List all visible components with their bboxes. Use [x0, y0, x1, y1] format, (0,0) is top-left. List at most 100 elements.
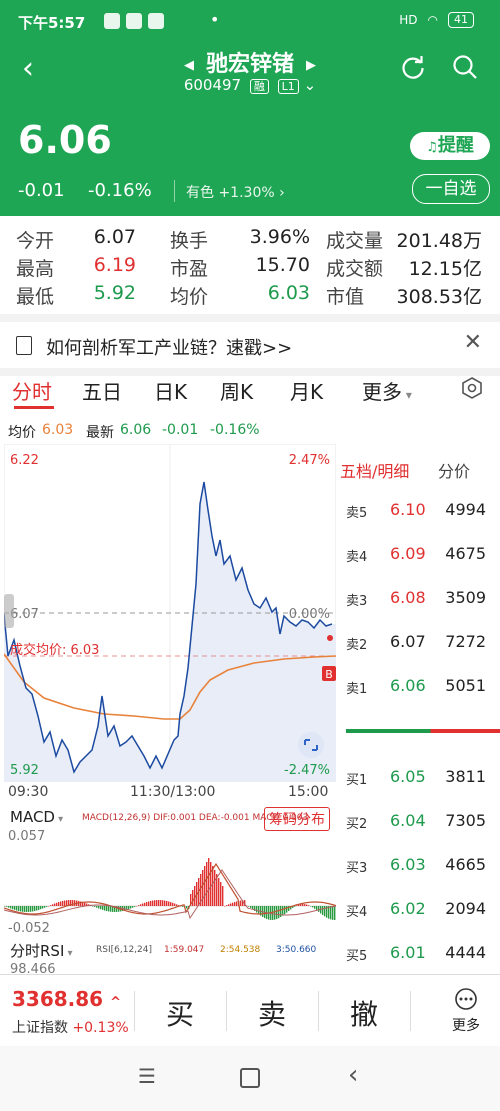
refresh-icon[interactable]	[400, 54, 426, 80]
stat-value: 5.92	[93, 282, 136, 304]
bid-row[interactable]: 买2 6.04 7305	[338, 805, 500, 835]
macd-bar	[138, 905, 140, 906]
macd-bar	[44, 906, 46, 908]
macd-bar	[110, 906, 112, 912]
orderbook-tab-depth[interactable]: 五档/明细	[340, 458, 409, 482]
macd-bar	[272, 906, 274, 920]
industry-link[interactable]: 有色 +1.30% ›	[186, 182, 285, 202]
level-label: 卖5	[346, 506, 368, 521]
macd-bar	[322, 906, 324, 915]
last-point-marker	[327, 635, 333, 641]
macd-bar	[60, 901, 62, 906]
macd-bar	[140, 904, 142, 906]
news-text[interactable]: 如何剖析军工产业链？速戳>>	[46, 334, 292, 360]
macd-bar	[284, 906, 286, 915]
macd-bar	[132, 906, 134, 908]
add-watchlist-button[interactable]: 一自选	[412, 174, 490, 204]
cancel-order-button[interactable]: 撤	[324, 993, 404, 1033]
price-min-label: 5.92	[10, 763, 39, 778]
tab-five-day[interactable]: 五日	[82, 376, 122, 405]
macd-bar	[10, 906, 12, 909]
time-axis: 09:30 11:30/13:00 15:00	[0, 782, 336, 802]
intraday-chart[interactable]: 6.22 5.92 2.47% -2.47% 6.07 0.00% 成交均价: …	[4, 444, 336, 782]
macd-bar	[164, 900, 166, 906]
macd-bar	[18, 906, 20, 912]
level-label: 卖1	[346, 682, 368, 697]
macd-bar	[30, 906, 32, 912]
macd-selector[interactable]: MACD ▾	[10, 808, 63, 826]
ask-row[interactable]: 卖4 6.09 4675	[338, 538, 500, 568]
macd-bar	[152, 900, 154, 906]
macd-bar	[4, 906, 6, 907]
bid-row[interactable]: 买3 6.03 4665	[338, 849, 500, 879]
macd-bar	[202, 870, 204, 906]
divider	[318, 991, 319, 1031]
menu-icon[interactable]: ☰	[138, 1064, 156, 1088]
stat-value: 3.96%	[249, 226, 310, 248]
stat-label: 市盈	[170, 258, 209, 280]
status-right: HD ◠ 41	[399, 12, 474, 28]
bid-row[interactable]: 买1 6.05 3811	[338, 761, 500, 791]
ask-row[interactable]: 卖2 6.07 7272	[338, 626, 500, 656]
macd-bar	[302, 904, 304, 906]
macd-bar	[334, 906, 336, 920]
tab-intraday[interactable]: 分时	[12, 376, 52, 405]
more-button[interactable]: 更多	[452, 987, 480, 1035]
rsi-3: 3:50.660	[276, 945, 317, 955]
drag-handle[interactable]	[4, 594, 14, 628]
settings-icon[interactable]	[460, 376, 484, 400]
back-nav-icon[interactable]: ‹	[348, 1060, 358, 1090]
sell-button[interactable]: 卖	[232, 993, 312, 1033]
close-icon[interactable]: ✕	[464, 330, 482, 355]
macd-bar	[230, 903, 232, 906]
fullscreen-button[interactable]	[298, 732, 324, 758]
news-banner[interactable]: 如何剖析军工产业链？速戳>> ✕	[0, 314, 500, 376]
tick-close: 15:00	[288, 784, 329, 800]
avg-latest-line: 均价 6.03 最新 6.06 -0.01 -0.16%	[0, 418, 500, 442]
remind-button[interactable]: ♫提醒	[410, 132, 490, 160]
macd-bar	[134, 906, 136, 907]
latest-label: 最新	[86, 425, 114, 441]
buy-button[interactable]: 买	[140, 993, 220, 1033]
macd-bar	[20, 906, 22, 912]
index-value[interactable]: 3368.86 ^	[12, 987, 121, 1011]
level-price: 6.09	[390, 544, 426, 563]
tab-monthly-k[interactable]: 月K	[290, 376, 323, 405]
system-nav-bar: ☰ ‹	[0, 1046, 500, 1111]
chevron-down-icon[interactable]: ⌄	[304, 76, 317, 94]
bid-row[interactable]: 买4 6.02 2094	[338, 893, 500, 923]
stock-name: 驰宏锌锗	[205, 52, 294, 77]
remind-label: 提醒	[437, 135, 474, 156]
pct-min-label: -2.47%	[284, 763, 330, 778]
rsi-selector[interactable]: 分时RSI ▾	[10, 940, 73, 961]
level-price: 6.03	[390, 855, 426, 874]
macd-bar	[250, 906, 252, 908]
level-volume: 4665	[445, 855, 486, 874]
stat-value: 6.19	[93, 254, 136, 276]
search-icon[interactable]	[452, 54, 478, 80]
macd-bar	[136, 905, 138, 907]
macd-bar	[52, 904, 54, 906]
tab-weekly-k[interactable]: 周K	[220, 376, 253, 405]
home-icon[interactable]	[240, 1068, 260, 1088]
next-stock-icon[interactable]: ▶	[306, 58, 316, 73]
orderbook-tab-price[interactable]: 分价	[438, 458, 470, 482]
tab-more[interactable]: 更多 ▾	[362, 376, 412, 405]
ask-row[interactable]: 卖3 6.08 3509	[338, 582, 500, 612]
bid-row[interactable]: 买5 6.01 4444	[338, 937, 500, 967]
level-price: 6.04	[390, 811, 426, 830]
prev-stock-icon[interactable]: ◀	[184, 58, 194, 73]
level-volume: 4994	[445, 500, 486, 519]
tab-daily-k[interactable]: 日K	[154, 376, 187, 405]
macd-bar	[46, 906, 48, 907]
macd-bar	[92, 906, 94, 907]
macd-bar	[276, 906, 278, 920]
macd-bar	[226, 905, 228, 906]
ask-row[interactable]: 卖5 6.10 4994	[338, 494, 500, 524]
industry-change: +1.30%	[218, 185, 275, 201]
stat-value: 6.07	[93, 226, 136, 248]
macd-bar	[128, 906, 130, 910]
quote-panel: 6.06 -0.01 -0.16% 有色 +1.30% › ♫提醒 一自选	[0, 102, 500, 216]
ask-row[interactable]: 卖1 6.06 5051	[338, 670, 500, 700]
level-price: 6.06	[390, 676, 426, 695]
